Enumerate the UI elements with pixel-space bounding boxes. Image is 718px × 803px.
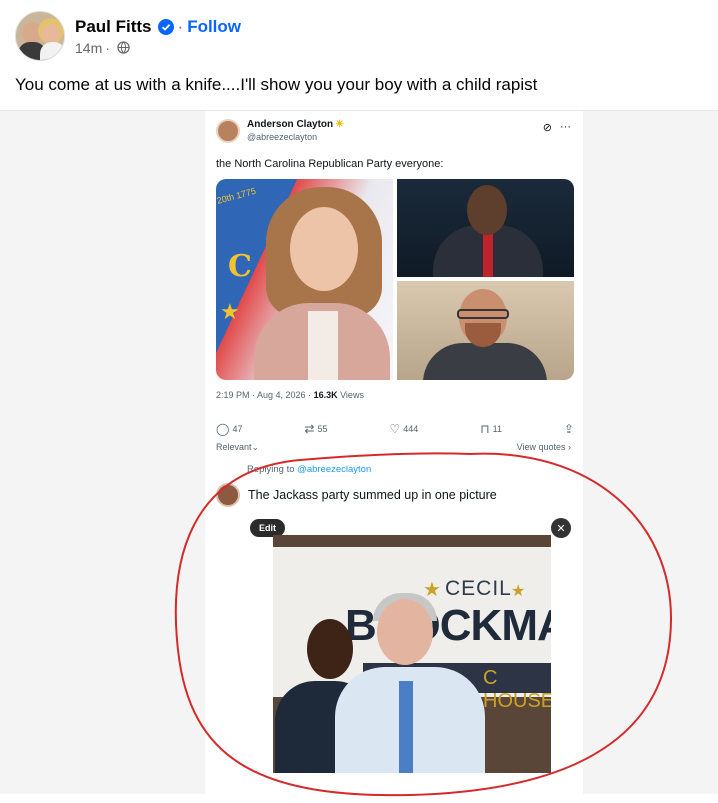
bookmark-count: 11 [492,424,502,434]
flag-seal-text: 20th 1775 [216,185,257,206]
view-quotes-link: View quotes › [517,442,571,452]
grok-icon: ⊘ [542,122,552,134]
post-time[interactable]: 14m [75,40,102,56]
share-action: ⇪ [564,422,574,436]
sun-emoji-icon: ☀ [335,119,345,130]
like-action: ♡ 444 [389,422,418,436]
banner-line3: C HOUSE [483,667,551,712]
tweet-author-name: Anderson Clayton [247,119,334,130]
tweet-image-grid: 20th 1775 C ★ [216,179,574,380]
chevron-down-icon: ⌄ [251,442,260,452]
repost-action: ⇄ 55 [304,422,327,436]
tweet-actions: ◯ 47 ⇄ 55 ♡ 444 ⊓ 11 ⇪ [216,422,574,436]
view-quotes-label: View quotes [516,442,566,452]
repost-count: 55 [317,424,328,434]
tweet-header-icons: ⊘ ··· [543,121,571,134]
tweet-handle: @abreezeclayton [247,132,318,142]
banner-line1: CECIL [445,577,512,600]
reply-action: ◯ 47 [216,422,242,436]
tweet-timestamp: 2:19 PM · Aug 4, 2026 · 16.3K Views [216,390,364,400]
post-media[interactable]: Anderson Clayton ☀ @abreezeclayton ⊘ ···… [0,110,718,794]
heart-icon: ♡ [389,422,401,436]
share-icon: ⇪ [563,422,574,436]
author-name[interactable]: Paul Fitts [75,17,152,37]
reply-row: The Jackass party summed up in one pictu… [216,483,497,507]
post-caption: You come at us with a knife....I'll show… [15,75,538,94]
tweet-time: 2:19 PM · Aug 4, 2026 · [216,390,314,400]
separator-dot: · [177,16,184,36]
meta-separator: · [105,39,110,56]
tweet-header: Anderson Clayton ☀ @abreezeclayton [216,119,344,143]
man-with-glasses-image [397,281,574,380]
replying-handle: @abreezeclayton [297,464,372,475]
banner-star-icon: ★ [511,583,526,600]
reply-text: The Jackass party summed up in one pictu… [248,488,497,502]
repost-icon: ⇄ [304,422,315,436]
verified-badge-icon [157,18,174,35]
bookmark-icon: ⊓ [480,422,490,436]
replying-prefix: Replying to [247,464,298,475]
reply-avatar [216,483,240,507]
tweet-screenshot: Anderson Clayton ☀ @abreezeclayton ⊘ ···… [205,111,583,794]
flag-star-icon: ★ [220,299,240,324]
more-icon: ··· [560,121,571,133]
reply-count: 47 [232,424,243,434]
tweet-avatar [216,119,240,143]
comment-icon: ◯ [216,422,230,436]
globe-icon[interactable] [117,41,130,54]
reply-photo: ★ CECIL ★ BROCKMA C HOUSE [273,535,551,773]
follow-button[interactable]: Follow [187,17,241,37]
replying-to-line: Replying to @abreezeclayton [247,464,371,475]
tweet-views-label: Views [337,390,364,400]
relevant-label: Relevant [216,442,252,452]
bookmark-action: ⊓ 11 [480,422,502,436]
woman-portrait-image: 20th 1775 C ★ [216,179,393,380]
man-at-podium-image [397,179,574,277]
flag-letter: C [228,249,252,284]
tweet-text: the North Carolina Republican Party ever… [216,158,444,170]
author-avatar[interactable] [15,11,65,61]
chevron-right-icon: › [568,442,571,452]
post-header: Paul Fitts · Follow 14m · [15,10,241,62]
relevant-sort: Relevant⌄ [216,442,259,453]
like-count: 444 [403,424,419,434]
tweet-views-count: 16.3K [313,390,338,400]
close-icon: ✕ [551,518,571,538]
